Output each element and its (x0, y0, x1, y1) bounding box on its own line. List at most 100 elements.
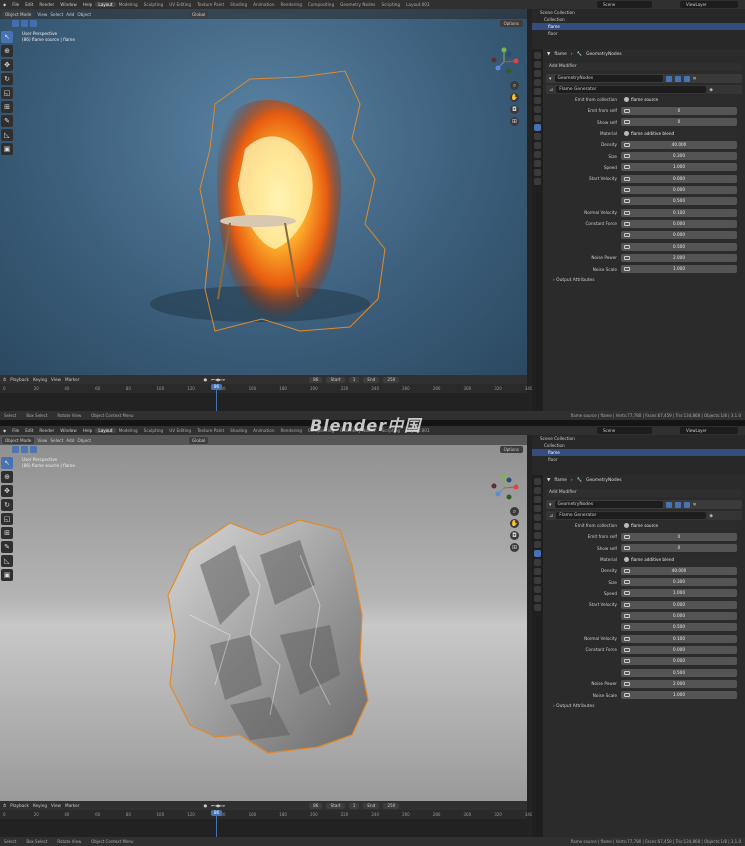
property-value-field[interactable]: 0 (621, 544, 737, 553)
menu-playback[interactable]: Playback (10, 803, 29, 808)
current-frame-field[interactable]: 86 (309, 802, 323, 809)
timeline-editor-icon[interactable]: ⏱ (3, 377, 6, 382)
viewport-object[interactable] (0, 435, 527, 801)
particles-tab-icon[interactable] (534, 133, 541, 140)
camera-view-icon[interactable]: ◘ (510, 531, 519, 540)
add-modifier-button[interactable]: Add Modifier (546, 489, 742, 497)
property-value-field[interactable]: 0 (621, 106, 737, 115)
blender-logo-icon[interactable]: ◆ (0, 2, 9, 7)
view-layer-selector[interactable]: ViewLayer (680, 427, 738, 434)
modifier-name-field[interactable]: GeometryNodes (554, 75, 663, 82)
menu-select[interactable]: Select (50, 12, 63, 17)
timeline-track-area[interactable] (0, 393, 527, 411)
property-value-field[interactable]: 2.000 (621, 253, 737, 262)
node-group-field[interactable]: Flame Generator (556, 86, 707, 93)
constraints-tab-icon[interactable] (534, 577, 541, 584)
texture-tab-icon[interactable] (534, 604, 541, 611)
select-extend-icon[interactable] (21, 446, 28, 453)
property-value-field[interactable]: 0.000 (621, 600, 737, 609)
menu-add[interactable]: Add (66, 438, 74, 443)
socket-handle-icon[interactable] (624, 546, 630, 551)
menu-marker[interactable]: Marker (65, 377, 79, 382)
zoom-icon[interactable]: ⌕ (510, 81, 519, 90)
property-value-field[interactable]: 0.000 (621, 174, 737, 183)
world-tab-icon[interactable] (534, 523, 541, 530)
outliner-row[interactable]: Collection (532, 442, 745, 449)
socket-handle-icon[interactable] (624, 534, 630, 539)
view-layer-tab-icon[interactable] (534, 505, 541, 512)
menu-view[interactable]: View (51, 377, 61, 382)
property-value-field[interactable]: 0.000 (621, 645, 737, 654)
tab-animation[interactable]: Animation (250, 428, 277, 433)
object-tab-icon[interactable] (534, 541, 541, 548)
tab-rendering[interactable]: Rendering (277, 2, 304, 7)
modifier-tab-icon[interactable] (534, 124, 541, 131)
scene-tab-icon[interactable] (534, 514, 541, 521)
pan-hand-icon[interactable]: ✋ (510, 519, 519, 528)
data-tab-icon[interactable] (534, 160, 541, 167)
socket-handle-icon[interactable] (624, 108, 630, 113)
menu-object[interactable]: Object (77, 12, 91, 17)
zoom-icon[interactable]: ⌕ (510, 507, 519, 516)
menu-file[interactable]: File (9, 428, 22, 433)
datablock-icon[interactable] (624, 97, 629, 103)
socket-handle-icon[interactable] (624, 120, 630, 125)
tool-tab-icon[interactable] (534, 478, 541, 485)
outliner-row[interactable]: Scene Collection (532, 435, 745, 442)
menu-render[interactable]: Render (36, 428, 57, 433)
socket-handle-icon[interactable] (624, 142, 630, 147)
menu-playback[interactable]: Playback (10, 377, 29, 382)
menu-view[interactable]: View (51, 803, 61, 808)
select-tool-icon[interactable]: ↖ (1, 31, 13, 43)
property-value-field[interactable]: 0.100 (621, 634, 737, 643)
start-frame-field[interactable]: 1 (348, 376, 360, 383)
socket-handle-icon[interactable] (624, 176, 630, 181)
tab-scripting[interactable]: Scripting (378, 2, 403, 7)
property-value-field[interactable]: 1.000 (621, 691, 737, 700)
property-value-field[interactable]: 0.000 (621, 186, 737, 195)
timeline-track-area[interactable] (0, 819, 527, 837)
tab-compositing[interactable]: Compositing (305, 2, 337, 7)
property-value-field[interactable]: 0.300 (621, 578, 737, 587)
shield-icon[interactable]: ◈ (709, 87, 713, 93)
socket-handle-icon[interactable] (624, 670, 630, 675)
3d-viewport[interactable]: Object Mode View Select Add Object Globa… (0, 435, 527, 801)
cursor-tool-icon[interactable]: ⊕ (1, 45, 13, 57)
navigation-gizmo-icon[interactable] (489, 473, 519, 503)
menu-add[interactable]: Add (66, 12, 74, 17)
socket-handle-icon[interactable] (624, 659, 630, 664)
tab-shading[interactable]: Shading (227, 428, 250, 433)
add-modifier-button[interactable]: Add Modifier (546, 63, 742, 71)
chevron-down-icon[interactable]: ▾ (549, 76, 552, 82)
property-value-field[interactable]: 0 (621, 532, 737, 541)
property-value-field[interactable]: 0 (621, 118, 737, 127)
tab-sculpting[interactable]: Sculpting (141, 428, 167, 433)
tab-uv-editing[interactable]: UV Editing (166, 2, 194, 7)
property-value-field[interactable]: 1.000 (621, 163, 737, 172)
material-tab-icon[interactable] (534, 169, 541, 176)
transform-tool-icon[interactable]: ⊞ (1, 101, 13, 113)
output-attributes-panel[interactable]: › Output Attributes (543, 701, 745, 712)
record-icon[interactable]: ● (203, 803, 207, 808)
select-box-icon[interactable] (12, 446, 19, 453)
view-layer-tab-icon[interactable] (534, 79, 541, 86)
timeline-editor-icon[interactable]: ⏱ (3, 803, 6, 808)
tab-rendering[interactable]: Rendering (277, 428, 304, 433)
menu-help[interactable]: Help (80, 2, 96, 7)
annotate-tool-icon[interactable]: ✎ (1, 541, 13, 553)
select-subtract-icon[interactable] (30, 446, 37, 453)
outliner-row[interactable]: Scene Collection (532, 9, 745, 16)
tab-animation[interactable]: Animation (250, 2, 277, 7)
property-value-field[interactable]: 2.000 (621, 679, 737, 688)
move-tool-icon[interactable]: ✥ (1, 485, 13, 497)
constraints-tab-icon[interactable] (534, 151, 541, 158)
cursor-tool-icon[interactable]: ⊕ (1, 471, 13, 483)
end-frame-field[interactable]: 250 (383, 802, 400, 809)
select-tool-icon[interactable]: ↖ (1, 457, 13, 469)
socket-handle-icon[interactable] (624, 591, 630, 596)
socket-handle-icon[interactable] (624, 154, 630, 159)
menu-keying[interactable]: Keying (33, 377, 47, 382)
playback-controls-icon[interactable]: ⏮◀▶⏭ (211, 377, 225, 382)
playhead[interactable]: 86 (211, 810, 222, 837)
rotate-tool-icon[interactable]: ↻ (1, 73, 13, 85)
